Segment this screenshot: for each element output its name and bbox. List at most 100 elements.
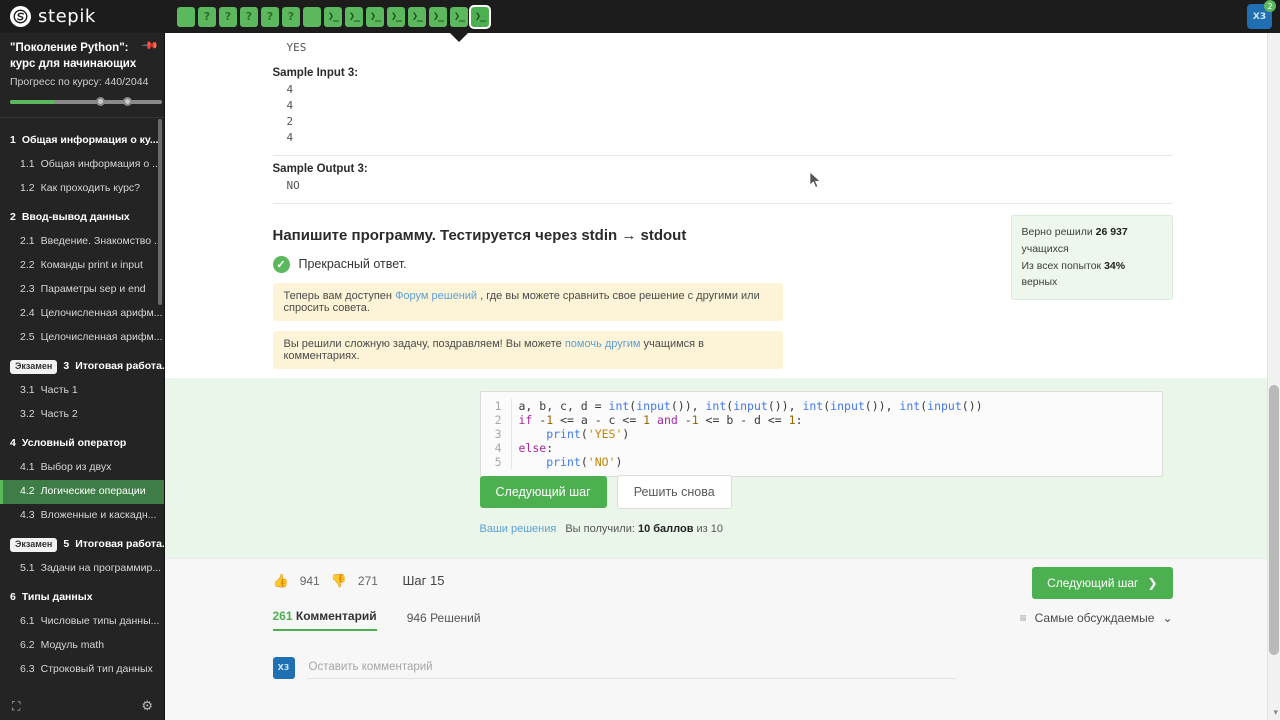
- progress-label-text: Прогресс по курсу:: [10, 76, 102, 89]
- comment-input[interactable]: [306, 656, 956, 679]
- sidebar-item-4[interactable]: 4 Условный оператор: [0, 432, 164, 456]
- step-indicator-2[interactable]: ?: [198, 6, 216, 27]
- dislike-count: 271: [357, 574, 378, 588]
- tab-solutions[interactable]: 946 Решений: [407, 611, 481, 631]
- step-indicator-6[interactable]: ?: [282, 6, 300, 27]
- solved-count: 26 937: [1095, 226, 1128, 238]
- step-indicator-4[interactable]: ?: [240, 6, 258, 27]
- sidebar-item-label: Общая информация о ...: [40, 158, 161, 171]
- sidebar-item-6-2[interactable]: 6.2 Модуль math: [0, 634, 164, 658]
- code-line-number: 2: [494, 413, 502, 427]
- like-count: 941: [299, 574, 320, 588]
- sidebar-item-2-1[interactable]: 2.1 Введение. Знакомство ...: [0, 230, 164, 254]
- sidebar-item-1[interactable]: 1 Общая информация о ку...: [0, 129, 164, 153]
- sidebar-item-label: Задачи на программир...: [40, 562, 162, 575]
- help-others-link[interactable]: помочь другим: [565, 338, 641, 350]
- sidebar-item-5[interactable]: Экзамен 5 Итоговая работа...: [0, 533, 164, 557]
- forum-link[interactable]: Форум решений: [395, 290, 477, 302]
- submission-success-band: 1 a, b, c, d = int(input()), int(input())…: [165, 378, 1280, 558]
- step-indicator-10[interactable]: ❯_: [366, 6, 384, 27]
- step-indicator-12[interactable]: ❯_: [408, 6, 426, 27]
- sidebar-item-3-2[interactable]: 3.2 Часть 2: [0, 403, 164, 427]
- discussion-tabs[interactable]: 261 Комментарий 946 Решений: [272, 609, 481, 631]
- help-others-notice: Вы решили сложную задачу, поздравляем! В…: [272, 330, 783, 369]
- code-line[interactable]: 1 a, b, c, d = int(input()), int(input())…: [481, 399, 1162, 413]
- your-solutions-link[interactable]: Ваши решения: [480, 523, 557, 535]
- sidebar-item-number: 6.3: [20, 663, 35, 676]
- retry-button[interactable]: Решить снова: [616, 475, 732, 509]
- solved-post: учащихся: [1021, 242, 1069, 255]
- code-step-icon: ❯_: [327, 10, 339, 22]
- progress-value: 440/2044: [104, 76, 149, 89]
- sidebar-item-6[interactable]: 6 Типы данных: [0, 586, 164, 610]
- sidebar-item-number: 2.2: [20, 259, 35, 272]
- step-indicator-5[interactable]: ?: [261, 6, 279, 27]
- step-navigation[interactable]: ????? ❯_ ❯_ ❯_ ❯_ ❯_ ❯_ ❯_ ❯_: [177, 0, 489, 33]
- chevron-down-icon: ⌄: [1162, 611, 1173, 625]
- step-indicator-7[interactable]: [303, 6, 321, 27]
- sidebar-item-number: 3.1: [20, 384, 35, 397]
- scroll-down-arrow-icon[interactable]: ▾: [1273, 707, 1278, 718]
- sidebar-item-2[interactable]: 2 Ввод-вывод данных: [0, 206, 164, 230]
- next-step-label: Следующий шаг: [1047, 576, 1139, 590]
- code-line-text: a, b, c, d = int(input()), int(input()),…: [510, 399, 983, 413]
- code-line[interactable]: 3 print('YES'): [481, 427, 1162, 441]
- sidebar-item-5-1[interactable]: 5.1 Задачи на программир...: [0, 557, 164, 581]
- step-indicator-8[interactable]: ❯_: [324, 6, 342, 27]
- sidebar-item-2-5[interactable]: 2.5 Целочисленная арифм...: [0, 326, 164, 350]
- sidebar-item-number: 6.1: [20, 615, 35, 628]
- score-pre: Вы получили:: [565, 523, 638, 535]
- sidebar-item-2-4[interactable]: 2.4 Целочисленная арифм...: [0, 302, 164, 326]
- forum-notice-pre: Теперь вам доступен: [283, 289, 396, 302]
- sort-control[interactable]: ≡ Самые обсуждаемые ⌄: [1020, 611, 1173, 625]
- sidebar-item-1-1[interactable]: 1.1 Общая информация о ...: [0, 153, 164, 177]
- code-editor[interactable]: 1 a, b, c, d = int(input()), int(input())…: [479, 391, 1163, 477]
- sidebar-item-2-3[interactable]: 2.3 Параметры sep и end: [0, 278, 164, 302]
- code-step-icon: ❯_: [432, 10, 444, 22]
- attempts-row: Из всех попыток 34% верных: [1022, 258, 1162, 292]
- sidebar-scrollbar[interactable]: [158, 119, 162, 305]
- step-indicator-9[interactable]: ❯_: [345, 6, 363, 27]
- sample-input-lines: 4 4 2 4: [273, 82, 1173, 146]
- brand-logo[interactable]: stepik: [0, 0, 165, 33]
- code-line[interactable]: 4 else:: [481, 441, 1162, 455]
- sidebar-items-list[interactable]: 1 Общая информация о ку... 1.1 Общая информ…: [0, 118, 164, 714]
- sidebar-item-2-2[interactable]: 2.2 Команды print и input: [0, 254, 164, 278]
- progress-milestone-2: [123, 97, 132, 107]
- sidebar-item-6-1[interactable]: 6.1 Числовые типы данны...: [0, 610, 164, 634]
- sidebar-item-6-3[interactable]: 6.3 Строковый тип данных: [0, 658, 164, 682]
- step-indicator-3[interactable]: ?: [219, 6, 237, 27]
- sidebar-item-label: Числовые типы данны...: [40, 615, 160, 628]
- sidebar-item-number: 6: [10, 591, 16, 604]
- next-step-button-bottom[interactable]: Следующий шаг ❯: [1032, 567, 1173, 599]
- gear-icon[interactable]: ⚙: [141, 698, 153, 714]
- sidebar-item-4-3[interactable]: 4.3 Вложенные и каскадн...: [0, 504, 164, 528]
- sidebar-item-number: 1: [10, 134, 16, 147]
- step-indicator-1[interactable]: [177, 6, 195, 27]
- tab-comments[interactable]: 261 Комментарий: [272, 609, 377, 631]
- chevron-right-icon: ❯: [1147, 576, 1158, 590]
- code-line-text: if -1 <= a - c <= 1 and -1 <= b - d <= 1…: [510, 413, 803, 427]
- sidebar-item-1-2[interactable]: 1.2 Как проходить курс?: [0, 177, 164, 201]
- discussion-area: 👍 941 👎 271 Шаг 15 261 Комментарий 946 Р…: [165, 558, 1280, 720]
- thumbs-up-icon[interactable]: 👍: [273, 573, 289, 589]
- thumbs-down-icon[interactable]: 👎: [331, 573, 347, 589]
- user-avatar-area[interactable]: X3 2: [1247, 0, 1276, 29]
- step-indicator-15[interactable]: ❯_: [471, 6, 489, 27]
- code-line-text: else:: [510, 441, 553, 455]
- sidebar-item-4-2[interactable]: 4.2 Логические операции: [0, 480, 164, 505]
- sidebar-footer: ⛶ ⚙: [0, 692, 164, 720]
- code-line[interactable]: 2 if -1 <= a - c <= 1 and -1 <= b - d <= …: [481, 413, 1162, 427]
- page-scrollbar-thumb[interactable]: [1269, 385, 1279, 655]
- notification-badge[interactable]: 2: [1264, 0, 1276, 12]
- step-indicator-14[interactable]: ❯_: [450, 6, 468, 27]
- step-indicator-11[interactable]: ❯_: [387, 6, 405, 27]
- code-line[interactable]: 5 print('NO'): [481, 455, 1162, 469]
- sidebar-item-4-1[interactable]: 4.1 Выбор из двух: [0, 456, 164, 480]
- sidebar-item-3-1[interactable]: 3.1 Часть 1: [0, 379, 164, 403]
- sidebar-item-3[interactable]: Экзамен 3 Итоговая работа...: [0, 355, 164, 379]
- course-title: "Поколение Python": курс для начинающих: [10, 42, 137, 70]
- next-step-button[interactable]: Следующий шаг: [479, 476, 607, 508]
- step-indicator-13[interactable]: ❯_: [429, 6, 447, 27]
- expand-icon[interactable]: ⛶: [12, 699, 21, 714]
